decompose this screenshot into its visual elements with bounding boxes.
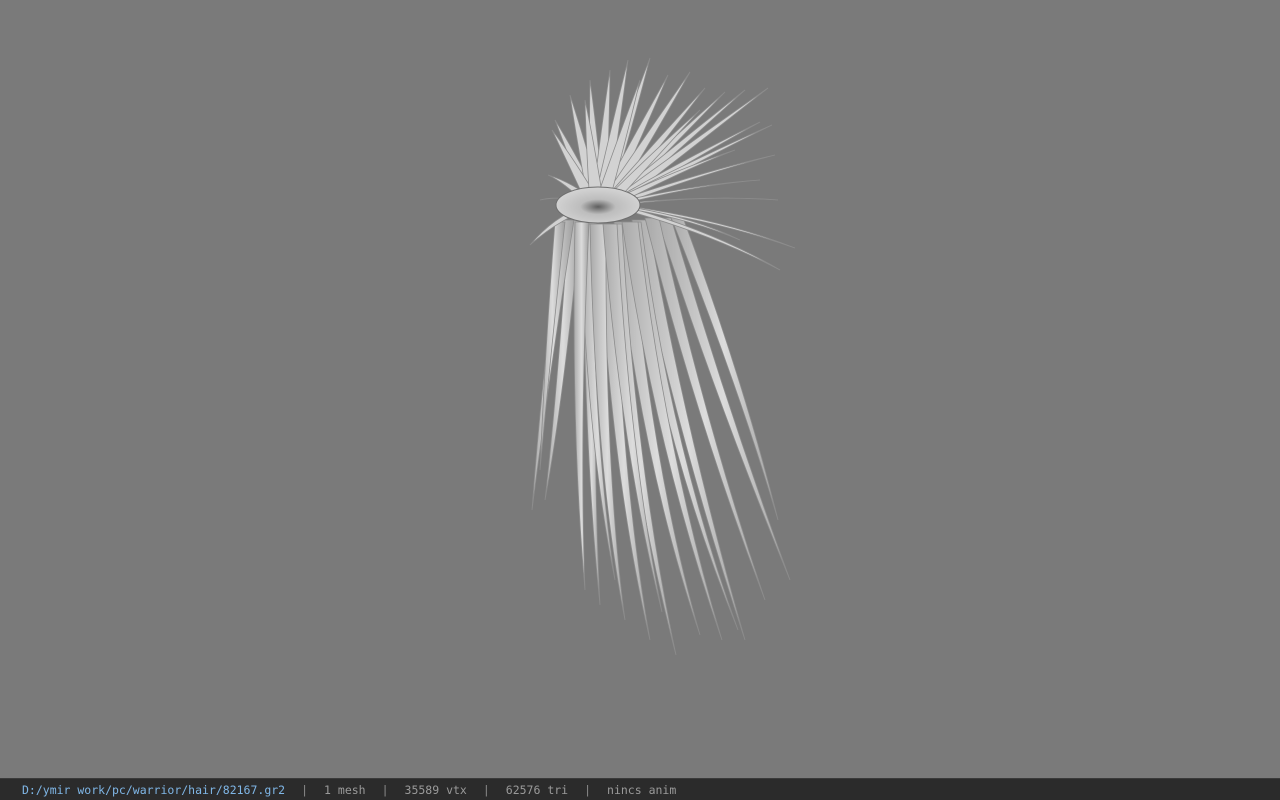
separator: | bbox=[301, 782, 309, 797]
separator: | bbox=[381, 782, 389, 797]
animation-status: nincs anim bbox=[607, 782, 677, 797]
separator: | bbox=[482, 782, 490, 797]
hair-crown bbox=[555, 186, 641, 224]
vertex-count: 35589 vtx bbox=[404, 782, 467, 797]
3d-viewport[interactable] bbox=[0, 0, 1280, 778]
hair-mesh-render[interactable] bbox=[0, 0, 1280, 778]
status-bar: D:/ymir work/pc/warrior/hair/82167.gr2 |… bbox=[0, 778, 1280, 800]
separator: | bbox=[584, 782, 592, 797]
mesh-count: 1 mesh bbox=[324, 782, 366, 797]
triangle-count: 62576 tri bbox=[505, 782, 569, 797]
file-path: D:/ymir work/pc/warrior/hair/82167.gr2 bbox=[22, 782, 286, 797]
